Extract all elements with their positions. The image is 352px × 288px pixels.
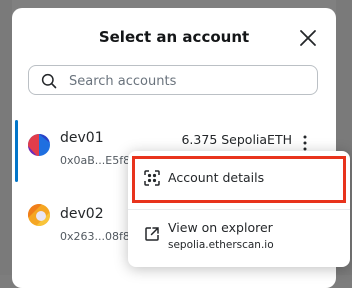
scan-icon <box>144 170 160 186</box>
background-panel-left <box>0 0 12 275</box>
account-avatar <box>28 134 50 156</box>
account-address: 0x0aB...E5f8 <box>60 154 131 167</box>
menu-item-sublabel: sepolia.etherscan.io <box>168 239 274 251</box>
external-link-icon <box>145 227 159 241</box>
menu-item-label: Account details <box>168 170 265 185</box>
account-balance: 6.375 SepoliaETH <box>181 132 292 147</box>
close-button[interactable] <box>298 28 318 48</box>
search-box[interactable] <box>28 65 318 95</box>
close-icon <box>300 30 316 46</box>
selected-indicator <box>15 120 18 182</box>
account-name: dev02 <box>60 206 104 222</box>
more-vertical-icon <box>303 135 307 151</box>
menu-item-view-on-explorer[interactable]: View on explorer sepolia.etherscan.io <box>128 210 350 267</box>
modal-title: Select an account <box>98 28 250 46</box>
account-avatar <box>28 204 50 226</box>
account-name: dev01 <box>60 130 104 146</box>
search-icon <box>41 73 57 89</box>
search-input[interactable] <box>67 69 311 93</box>
account-address: 0x263...08f8 <box>60 230 130 243</box>
menu-item-account-details[interactable]: Account details <box>128 151 350 207</box>
account-options-menu: Account details View on explorer sepolia… <box>128 151 350 267</box>
menu-item-label: View on explorer <box>168 220 273 235</box>
account-options-button[interactable] <box>300 134 310 152</box>
